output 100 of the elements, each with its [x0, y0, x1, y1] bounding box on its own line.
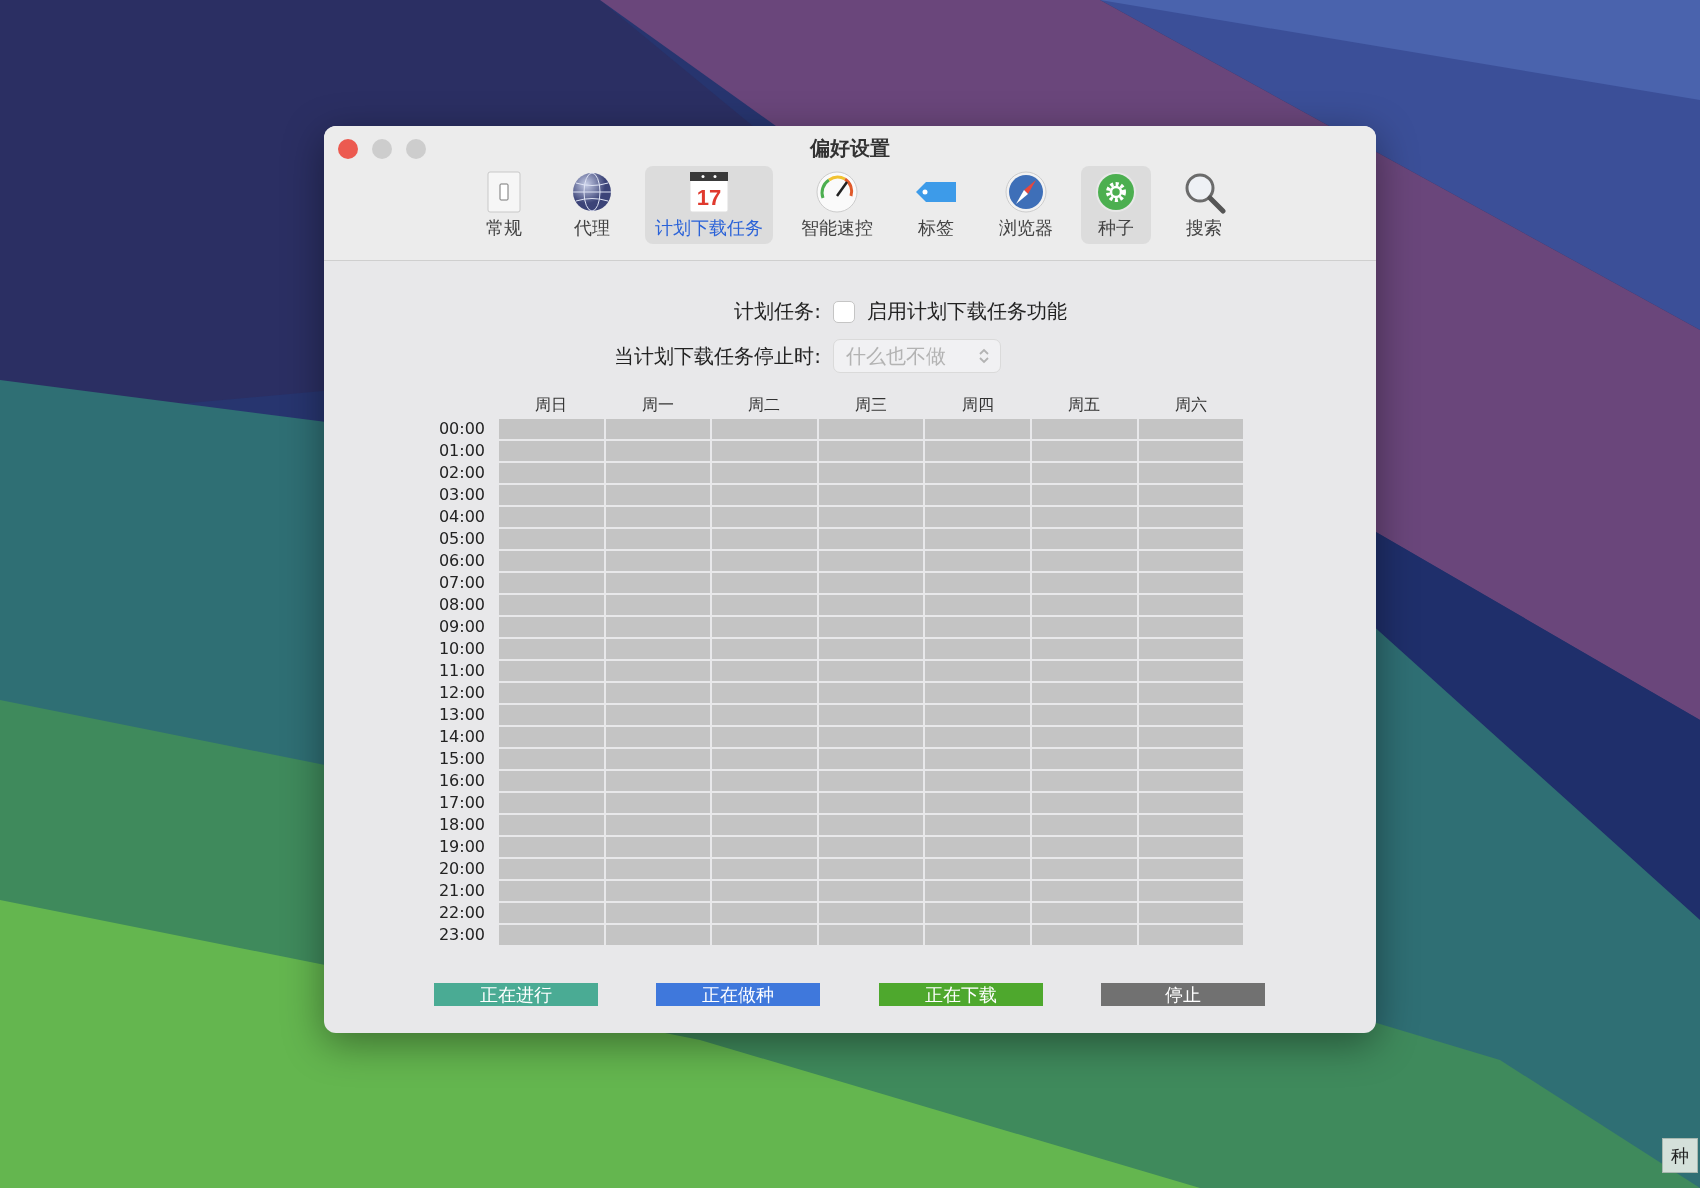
schedule-cell[interactable] — [925, 463, 1030, 483]
schedule-cell[interactable] — [712, 749, 817, 769]
schedule-cell[interactable] — [1031, 485, 1137, 505]
schedule-cell[interactable] — [1138, 837, 1244, 857]
schedule-cell[interactable] — [1138, 639, 1244, 659]
schedule-cell[interactable] — [1031, 815, 1137, 835]
schedule-cell[interactable] — [605, 441, 711, 461]
schedule-cell[interactable] — [605, 859, 711, 879]
schedule-cell[interactable] — [712, 837, 817, 857]
schedule-cell[interactable] — [1031, 441, 1137, 461]
schedule-cell[interactable] — [925, 705, 1030, 725]
toolbar-tab[interactable]: 浏览器 — [989, 166, 1063, 244]
schedule-cell[interactable] — [1031, 771, 1137, 791]
schedule-cell[interactable] — [605, 815, 711, 835]
schedule-cell[interactable] — [925, 749, 1030, 769]
schedule-cell[interactable] — [925, 419, 1030, 439]
schedule-cell[interactable] — [1031, 595, 1137, 615]
schedule-cell[interactable] — [925, 595, 1030, 615]
schedule-cell[interactable] — [499, 771, 604, 791]
schedule-cell[interactable] — [818, 595, 924, 615]
schedule-cell[interactable] — [1138, 683, 1244, 703]
schedule-cell[interactable] — [499, 903, 604, 923]
schedule-cell[interactable] — [605, 837, 711, 857]
schedule-cell[interactable] — [1031, 639, 1137, 659]
schedule-cell[interactable] — [818, 551, 924, 571]
schedule-cell[interactable] — [499, 617, 604, 637]
schedule-cell[interactable] — [1031, 749, 1137, 769]
schedule-cell[interactable] — [1031, 683, 1137, 703]
schedule-cell[interactable] — [1031, 661, 1137, 681]
schedule-cell[interactable] — [1138, 925, 1244, 945]
schedule-cell[interactable] — [1138, 573, 1244, 593]
schedule-cell[interactable] — [712, 661, 817, 681]
schedule-cell[interactable] — [818, 793, 924, 813]
schedule-cell[interactable] — [1138, 793, 1244, 813]
schedule-cell[interactable] — [712, 441, 817, 461]
schedule-cell[interactable] — [605, 881, 711, 901]
zoom-button[interactable] — [406, 139, 426, 159]
schedule-cell[interactable] — [712, 727, 817, 747]
schedule-cell[interactable] — [818, 639, 924, 659]
schedule-cell[interactable] — [925, 771, 1030, 791]
schedule-cell[interactable] — [925, 529, 1030, 549]
schedule-cell[interactable] — [712, 903, 817, 923]
schedule-cell[interactable] — [818, 683, 924, 703]
toolbar-tab[interactable]: 17 计划下载任务 — [645, 166, 773, 244]
schedule-cell[interactable] — [499, 881, 604, 901]
schedule-cell[interactable] — [499, 419, 604, 439]
schedule-cell[interactable] — [499, 661, 604, 681]
schedule-cell[interactable] — [1138, 881, 1244, 901]
schedule-cell[interactable] — [1031, 463, 1137, 483]
schedule-cell[interactable] — [499, 507, 604, 527]
schedule-cell[interactable] — [712, 419, 817, 439]
schedule-cell[interactable] — [499, 485, 604, 505]
schedule-cell[interactable] — [818, 507, 924, 527]
schedule-cell[interactable] — [712, 815, 817, 835]
schedule-cell[interactable] — [925, 485, 1030, 505]
schedule-cell[interactable] — [1031, 903, 1137, 923]
schedule-cell[interactable] — [712, 859, 817, 879]
schedule-cell[interactable] — [605, 551, 711, 571]
schedule-cell[interactable] — [818, 925, 924, 945]
schedule-cell[interactable] — [1138, 705, 1244, 725]
schedule-cell[interactable] — [925, 507, 1030, 527]
schedule-cell[interactable] — [499, 925, 604, 945]
schedule-cell[interactable] — [499, 595, 604, 615]
schedule-cell[interactable] — [1138, 749, 1244, 769]
schedule-cell[interactable] — [925, 727, 1030, 747]
schedule-cell[interactable] — [1138, 441, 1244, 461]
schedule-cell[interactable] — [1031, 793, 1137, 813]
schedule-cell[interactable] — [605, 661, 711, 681]
schedule-cell[interactable] — [925, 903, 1030, 923]
schedule-cell[interactable] — [712, 617, 817, 637]
schedule-cell[interactable] — [818, 419, 924, 439]
schedule-cell[interactable] — [818, 903, 924, 923]
schedule-cell[interactable] — [818, 529, 924, 549]
schedule-cell[interactable] — [499, 837, 604, 857]
schedule-cell[interactable] — [605, 639, 711, 659]
schedule-cell[interactable] — [712, 507, 817, 527]
schedule-cell[interactable] — [605, 485, 711, 505]
toolbar-tab[interactable]: 标签 — [901, 166, 971, 244]
schedule-cell[interactable] — [818, 441, 924, 461]
schedule-cell[interactable] — [925, 925, 1030, 945]
schedule-cell[interactable] — [818, 859, 924, 879]
schedule-cell[interactable] — [1138, 903, 1244, 923]
schedule-cell[interactable] — [818, 815, 924, 835]
schedule-cell[interactable] — [605, 705, 711, 725]
checkbox-label[interactable]: 启用计划下载任务功能 — [867, 298, 1067, 325]
schedule-cell[interactable] — [712, 485, 817, 505]
schedule-cell[interactable] — [499, 551, 604, 571]
schedule-cell[interactable] — [1138, 485, 1244, 505]
schedule-cell[interactable] — [1138, 507, 1244, 527]
schedule-cell[interactable] — [925, 441, 1030, 461]
schedule-cell[interactable] — [925, 683, 1030, 703]
schedule-cell[interactable] — [818, 573, 924, 593]
schedule-cell[interactable] — [818, 837, 924, 857]
schedule-cell[interactable] — [605, 793, 711, 813]
toolbar-tab[interactable]: 搜索 — [1169, 166, 1239, 244]
schedule-cell[interactable] — [1138, 727, 1244, 747]
schedule-cell[interactable] — [925, 617, 1030, 637]
schedule-cell[interactable] — [1138, 661, 1244, 681]
schedule-cell[interactable] — [605, 595, 711, 615]
schedule-cell[interactable] — [605, 925, 711, 945]
